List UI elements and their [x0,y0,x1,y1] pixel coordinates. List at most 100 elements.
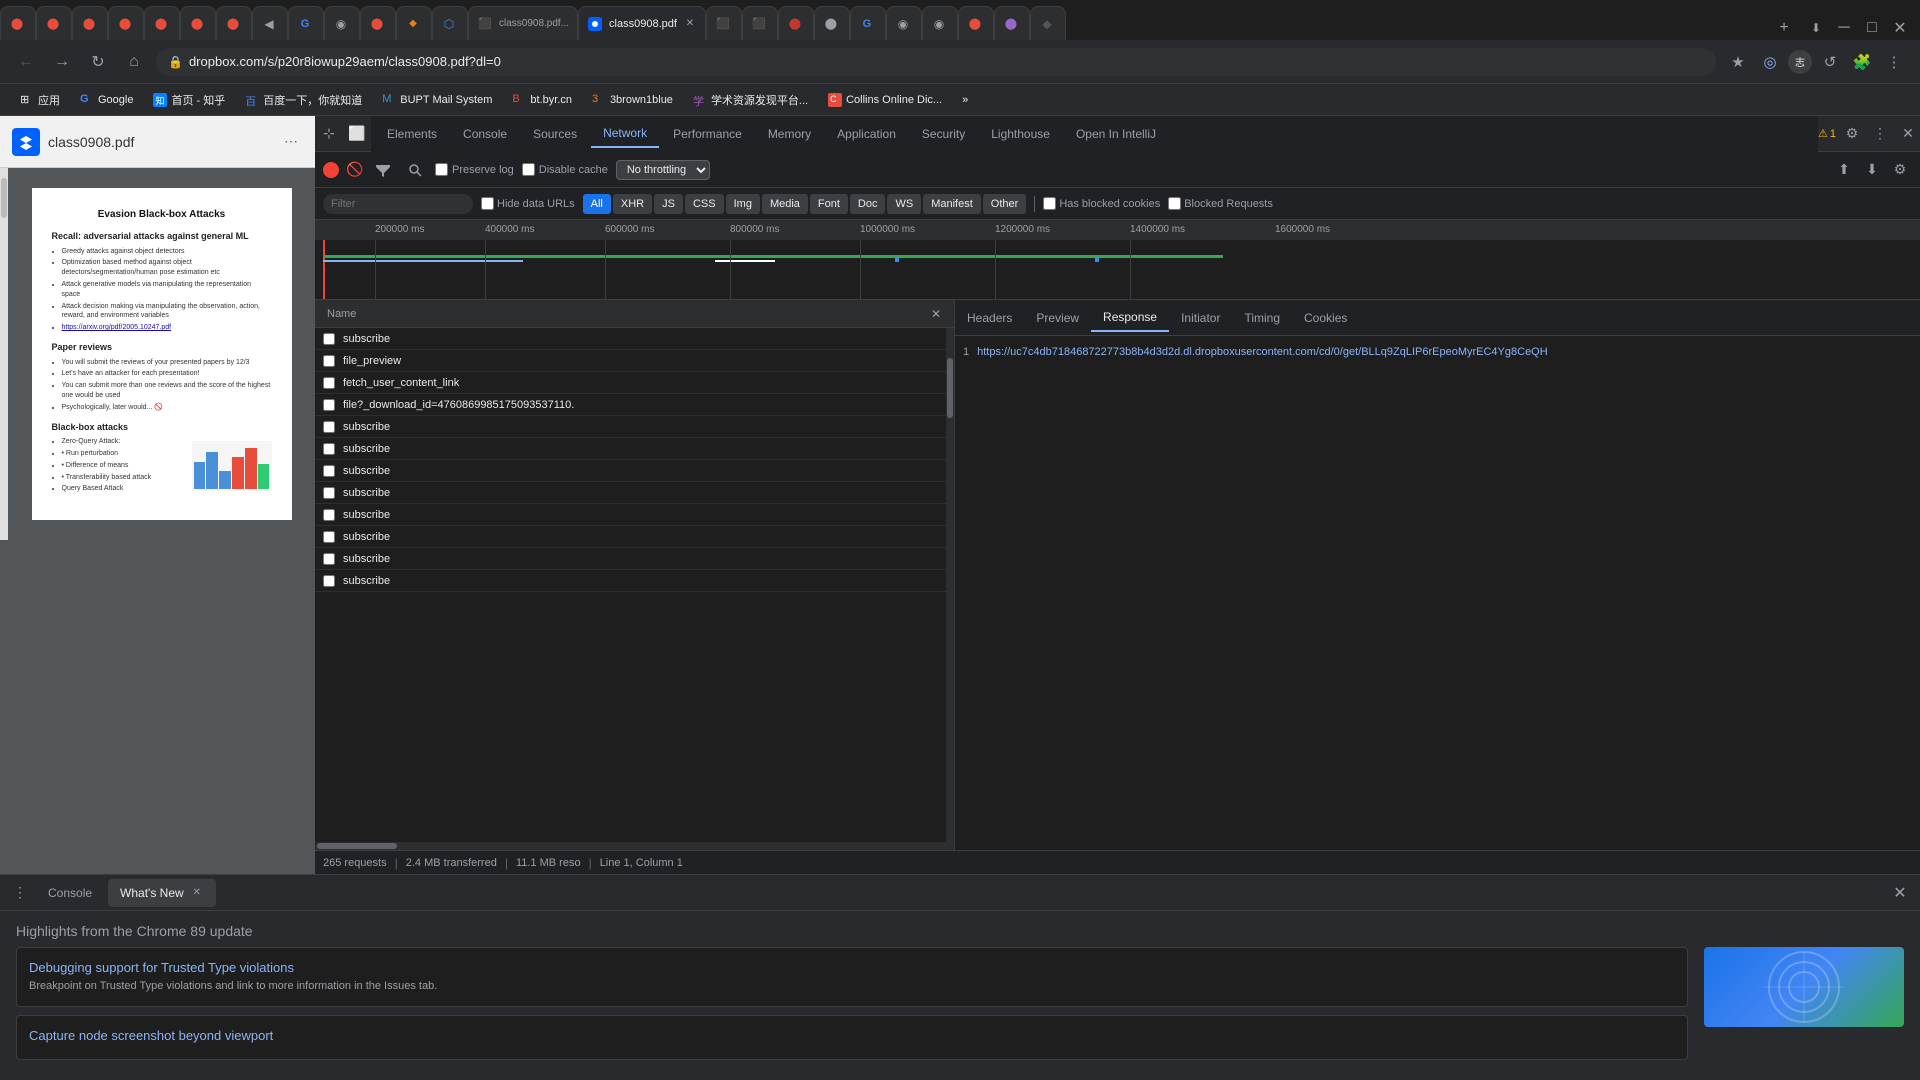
whats-new-item-1[interactable]: Capture node screenshot beyond viewport [16,1015,1688,1060]
hide-data-urls-checkbox[interactable] [481,197,494,210]
bookmark-apps[interactable]: ⊞ 应用 [12,88,68,112]
devtools-tab-console[interactable]: Console [451,120,519,148]
import-har-button[interactable]: ⬆ [1832,158,1856,182]
browser-tab-2[interactable]: ⬤ [36,6,72,40]
network-settings-button[interactable]: ⚙ [1888,158,1912,182]
settings-button[interactable]: ⋮ [1880,48,1908,76]
devtools-tab-security[interactable]: Security [910,120,977,148]
detail-tab-response[interactable]: Response [1091,304,1169,332]
devtools-device-icon[interactable]: ⬜ [343,120,371,148]
browser-tab-last1[interactable]: ⬤ [958,6,994,40]
blocked-requests-label[interactable]: Blocked Requests [1168,197,1273,210]
browser-tab-back[interactable]: ◀ [252,6,288,40]
browser-tab-pdf-prev[interactable]: ⬛ class0908.pdf... [468,6,578,40]
profile-button[interactable]: 志 [1788,50,1812,74]
devtools-close-button[interactable]: ✕ [1896,122,1920,146]
preserve-log-label[interactable]: Preserve log [435,163,514,176]
filter-js-button[interactable]: JS [654,194,683,214]
request-list-hscrollbar[interactable] [315,842,954,850]
bookmark-3b1b[interactable]: 3 3brown1blue [584,88,681,112]
bookmark-bt[interactable]: B bt.byr.cn [504,88,580,112]
hide-data-urls-label[interactable]: Hide data URLs [481,197,575,210]
browser-tab-7[interactable]: ⬤ [216,6,252,40]
filter-font-button[interactable]: Font [810,194,848,214]
filter-doc-button[interactable]: Doc [850,194,886,214]
request-item-3[interactable]: file?_download_id=4760869985175093537110… [315,394,946,416]
pdf-scrollbar[interactable] [0,168,8,540]
bookmark-collins[interactable]: C Collins Online Dic... [820,88,950,112]
request-list-scrollbar[interactable] [946,328,954,842]
request-checkbox-5[interactable] [323,443,335,455]
bookmark-bupt[interactable]: M BUPT Mail System [374,88,500,112]
request-item-11[interactable]: subscribe [315,570,946,592]
browser-tab-5[interactable]: ⬤ [144,6,180,40]
browser-tab-red2[interactable]: ⬤ [814,6,850,40]
browser-tab-4[interactable]: ⬤ [108,6,144,40]
tab-search-button[interactable]: ⬇ [1804,16,1828,40]
browser-tab-last3[interactable]: ◆ [1030,6,1066,40]
new-tab-button[interactable]: + [1772,16,1796,40]
sync-button[interactable]: ↺ [1816,48,1844,76]
bookmark-more[interactable]: » [954,88,976,112]
whats-new-item-0[interactable]: Debugging support for Trusted Type viola… [16,947,1688,1007]
request-checkbox-6[interactable] [323,465,335,477]
request-checkbox-10[interactable] [323,553,335,565]
browser-tab-github2[interactable]: ◉ [886,6,922,40]
devtools-select-element-icon[interactable]: ⊹ [315,120,343,148]
browser-tab-google[interactable]: G [288,6,324,40]
request-checkbox-3[interactable] [323,399,335,411]
filter-other-button[interactable]: Other [983,194,1027,214]
forward-button[interactable]: → [48,48,76,76]
request-checkbox-0[interactable] [323,333,335,345]
throttle-selector[interactable]: No throttling [616,160,710,180]
bookmark-google[interactable]: G Google [72,88,141,112]
devtools-tab-memory[interactable]: Memory [756,120,823,148]
browser-tab-vscode[interactable]: ⬡ [432,6,468,40]
disable-cache-label[interactable]: Disable cache [522,163,608,176]
browser-tab-dropbox2[interactable]: ⬛ [742,6,778,40]
devtools-bottom-menu[interactable]: ⋮ [8,881,32,905]
extensions-button[interactable]: 🧩 [1848,48,1876,76]
bookmark-baidu[interactable]: 百 百度一下，你就知道 [237,88,370,112]
disable-cache-checkbox[interactable] [522,163,535,176]
request-item-2[interactable]: fetch_user_content_link [315,372,946,394]
back-button[interactable]: ← [12,48,40,76]
filter-input[interactable] [323,194,473,214]
browser-tab-12[interactable]: ◆ [396,6,432,40]
request-item-10[interactable]: subscribe [315,548,946,570]
close-window-button[interactable]: ✕ [1888,16,1912,40]
request-checkbox-11[interactable] [323,575,335,587]
devtools-tab-lighthouse[interactable]: Lighthouse [979,120,1062,148]
devtools-tab-network[interactable]: Network [591,120,659,148]
filter-manifest-button[interactable]: Manifest [923,194,981,214]
request-checkbox-2[interactable] [323,377,335,389]
request-item-9[interactable]: subscribe [315,526,946,548]
devtools-tab-performance[interactable]: Performance [661,120,754,148]
search-icon-button[interactable] [403,158,427,182]
browser-tab-dropbox1[interactable]: ⬛ [706,6,742,40]
record-button[interactable] [323,162,339,178]
request-item-4[interactable]: subscribe [315,416,946,438]
devtools-tab-application[interactable]: Application [825,120,908,148]
devtools-settings-button[interactable]: ⚙ [1840,122,1864,146]
devtools-bottom-tab-console[interactable]: Console [36,879,104,907]
browser-tab-1[interactable]: ⬤ [0,6,36,40]
detail-tab-preview[interactable]: Preview [1024,304,1091,332]
filter-ws-button[interactable]: WS [887,194,921,214]
blocked-requests-checkbox[interactable] [1168,197,1181,210]
browser-tab-last2[interactable]: ⬤ [994,6,1030,40]
pdf-sidebar-menu[interactable]: ⋯ [279,130,303,154]
address-bar[interactable]: 🔒 dropbox.com/s/p20r8iowup29aem/class090… [156,48,1716,76]
request-checkbox-8[interactable] [323,509,335,521]
request-item-6[interactable]: subscribe [315,460,946,482]
filter-media-button[interactable]: Media [762,194,808,214]
maximize-button[interactable]: □ [1860,16,1884,40]
detail-tab-cookies[interactable]: Cookies [1292,304,1359,332]
browser-tab-11[interactable]: ⬤ [360,6,396,40]
request-checkbox-9[interactable] [323,531,335,543]
devtools-more-button[interactable]: ⋮ [1868,122,1892,146]
has-blocked-cookies-checkbox[interactable] [1043,197,1056,210]
devtools-bottom-close[interactable]: ✕ [1888,881,1912,905]
devtools-bottom-tab-whats-new[interactable]: What's New ✕ [108,879,216,907]
has-blocked-cookies-label[interactable]: Has blocked cookies [1043,197,1160,210]
